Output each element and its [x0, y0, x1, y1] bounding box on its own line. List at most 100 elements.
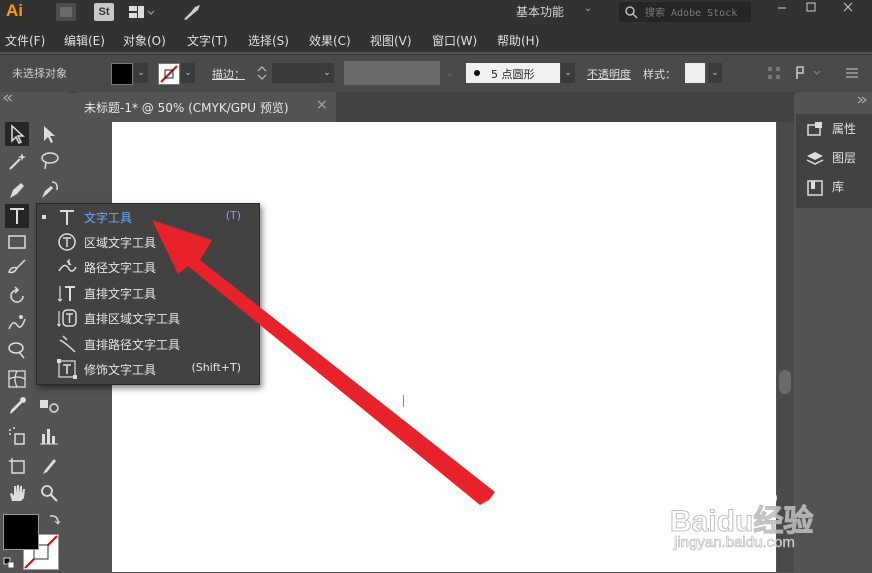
expand-toolbar-icon[interactable] [2, 94, 14, 102]
hand-tool[interactable] [5, 481, 29, 505]
control-bar: 未选择对象 ⌄ ⌄ 描边： ⌄ ⌄ 5 点圆形 ⌄ 不透明度 样式： ⌄ [0, 54, 872, 93]
flyout-label: 修饰文字工具 [84, 363, 157, 377]
curvature-tool[interactable] [37, 178, 61, 202]
workspace-switcher[interactable]: 基本功能 [516, 0, 564, 26]
touch-type-icon [57, 359, 77, 379]
blend-tool[interactable] [37, 394, 61, 418]
document-tab[interactable]: 未标题-1* @ 50% (CMYK/GPU 预览) × [76, 92, 336, 122]
selection-status: 未选择对象 [12, 67, 67, 80]
style-chevron-icon[interactable]: ⌄ [708, 63, 722, 83]
rotate-tool[interactable] [5, 284, 29, 308]
brush-dot-icon [474, 70, 480, 76]
flyout-label: 文字工具 [84, 211, 133, 225]
column-graph-tool[interactable] [37, 424, 61, 448]
flyout-vertical-area-type-tool[interactable]: 直排区域文字工具 [37, 305, 259, 330]
profile-chevron-icon[interactable]: ⌄ [446, 69, 454, 79]
menu-effect[interactable]: 效果(C) [309, 32, 351, 49]
magic-wand-tool[interactable] [5, 149, 29, 173]
menu-bar: 文件(F) 编辑(E) 对象(O) 文字(T) 选择(S) 效果(C) 视图(V… [0, 26, 872, 52]
symbol-sprayer-tool[interactable] [5, 424, 29, 448]
variable-width-profile[interactable] [344, 61, 440, 85]
fill-dropdown-chevron-icon[interactable]: ⌄ [134, 63, 148, 83]
hand-icon [10, 485, 25, 501]
menu-edit[interactable]: 编辑(E) [64, 32, 105, 49]
opacity-label[interactable]: 不透明度 [587, 66, 631, 82]
flyout-vertical-type-tool[interactable]: 直排文字工具 [37, 280, 259, 305]
minimize-button[interactable] [770, 0, 794, 14]
stroke-weight-chevron-icon[interactable]: ⌄ [320, 63, 334, 83]
artboard-tool[interactable] [5, 454, 29, 478]
type-tools-flyout: 文字工具 (T) 区域文字工具 路径文字工具 直排文字工具 直排区域文字工具 直… [36, 203, 260, 385]
collapse-panel-icon[interactable] [856, 96, 868, 104]
vertical-type-on-path-icon [59, 335, 76, 353]
brush-definition-field[interactable]: 5 点圆形 [466, 63, 560, 83]
arrange-documents-button[interactable] [127, 3, 155, 21]
fill-swatch[interactable] [111, 63, 133, 85]
slice-tool[interactable] [37, 454, 61, 478]
flyout-area-type-tool[interactable]: 区域文字工具 [37, 229, 259, 254]
mesh-icon [8, 370, 26, 388]
stroke-weight-input[interactable] [272, 63, 320, 83]
no-stroke-icon [160, 65, 178, 83]
bridge-button[interactable] [56, 3, 76, 21]
stroke-weight-label[interactable]: 描边： [212, 66, 245, 82]
mesh-tool[interactable] [5, 367, 29, 391]
properties-panel-item[interactable]: 属性 [806, 120, 856, 139]
direct-selection-tool[interactable] [37, 122, 61, 146]
warp-tool[interactable] [5, 311, 29, 335]
default-colors-icon[interactable] [3, 557, 15, 569]
align-icon[interactable] [766, 65, 782, 81]
flyout-shortcut: (Shift+T) [191, 361, 241, 374]
direct-selection-icon [44, 126, 55, 143]
libraries-panel-item[interactable]: 库 [806, 178, 844, 197]
gpu-performance-button[interactable] [181, 3, 203, 21]
menu-select[interactable]: 选择(S) [248, 32, 289, 49]
vertical-area-type-icon [57, 309, 77, 327]
stock-search-input[interactable]: 搜索 Adobe Stock [619, 2, 751, 22]
transform-icon[interactable] [793, 65, 823, 81]
flyout-type-on-path-tool[interactable]: 路径文字工具 [37, 254, 259, 279]
flyout-type-tool[interactable]: 文字工具 (T) [37, 204, 259, 229]
menu-file[interactable]: 文件(F) [5, 32, 45, 49]
selection-tool[interactable] [5, 122, 29, 146]
menu-window[interactable]: 窗口(W) [432, 32, 477, 49]
type-icon [10, 208, 24, 224]
tab-close-icon[interactable]: × [316, 97, 328, 113]
title-bar: Ai St 基本功能 ⌄ 搜索 Adobe Stock [0, 0, 872, 26]
style-label: 样式： [643, 68, 676, 81]
document-tab-bar: 未标题-1* @ 50% (CMYK/GPU 预览) × [76, 92, 794, 122]
swap-fill-stroke-icon[interactable] [47, 512, 61, 526]
chevron-down-icon[interactable]: ⌄ [584, 3, 592, 14]
zoom-tool[interactable] [37, 481, 61, 505]
maximize-button[interactable] [799, 0, 823, 14]
fill-color-box[interactable] [3, 514, 39, 550]
type-tool[interactable] [5, 204, 29, 228]
stroke-spinner[interactable] [255, 63, 269, 83]
layers-panel-item[interactable]: 图层 [806, 149, 856, 168]
graphic-style-swatch[interactable] [685, 63, 705, 83]
libraries-label: 库 [832, 180, 845, 194]
shape-builder-tool[interactable] [5, 338, 29, 362]
flyout-vertical-type-on-path-tool[interactable]: 直排路径文字工具 [37, 331, 259, 356]
menu-object[interactable]: 对象(O) [123, 32, 166, 49]
pen-tool[interactable] [5, 178, 29, 202]
menu-help[interactable]: 帮助(H) [497, 32, 539, 49]
stroke-dropdown-chevron-icon[interactable]: ⌄ [181, 63, 195, 83]
menu-type[interactable]: 文字(T) [187, 32, 228, 49]
lasso-tool[interactable] [37, 149, 61, 173]
panel-menu-icon[interactable] [844, 65, 860, 81]
brush-value: 5 点圆形 [491, 68, 535, 81]
stock-button[interactable]: St [94, 3, 114, 21]
stroke-swatch[interactable] [158, 63, 180, 85]
flyout-touch-type-tool[interactable]: 修饰文字工具 (Shift+T) [37, 356, 259, 381]
close-window-button[interactable] [828, 0, 868, 14]
rectangle-tool[interactable] [5, 230, 29, 254]
eyedropper-icon [10, 397, 26, 414]
paintbrush-tool[interactable] [5, 256, 29, 280]
brush-chevron-icon[interactable]: ⌄ [561, 63, 575, 83]
eyedropper-tool[interactable] [5, 394, 29, 418]
menu-view[interactable]: 视图(V) [370, 32, 412, 49]
type-icon [60, 210, 74, 225]
scrollbar-thumb[interactable] [779, 370, 791, 394]
flyout-shortcut: (T) [225, 209, 241, 222]
